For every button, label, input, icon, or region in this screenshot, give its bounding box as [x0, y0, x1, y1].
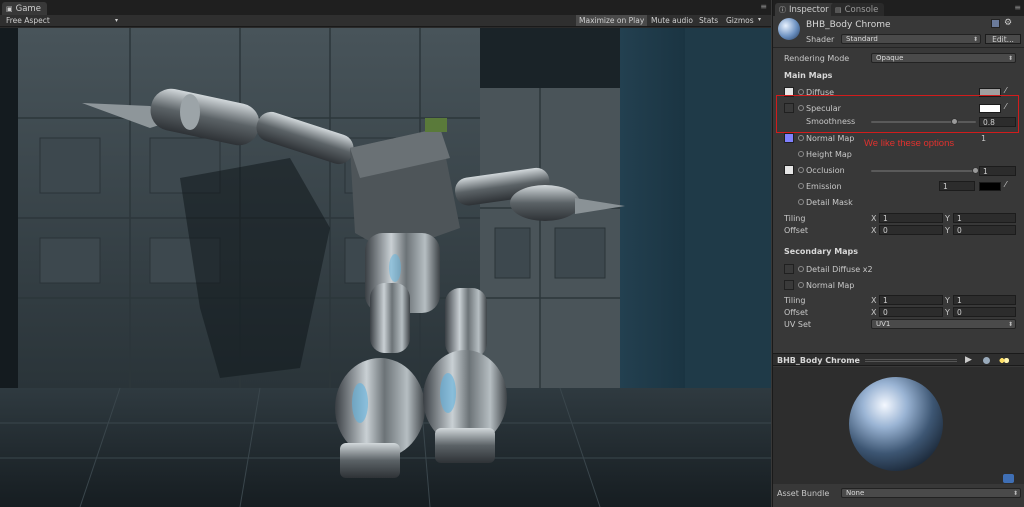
game-viewport[interactable] — [0, 28, 771, 507]
tiling-x-label: X — [871, 214, 877, 223]
light-icon[interactable] — [999, 357, 1009, 364]
emission-color-swatch[interactable] — [979, 182, 1001, 191]
occlusion-field[interactable]: 1 — [979, 166, 1016, 176]
emission-label: Emission — [806, 182, 842, 191]
gear-icon[interactable]: ⚙ — [1004, 18, 1012, 28]
tiling2-label: Tiling — [784, 296, 806, 305]
aspect-dropdown[interactable]: Free Aspect ▾ — [2, 15, 122, 26]
asset-bundle-dropdown[interactable]: None — [841, 488, 1021, 498]
detail-mask-label: Detail Mask — [806, 198, 853, 207]
tiling-label: Tiling — [784, 214, 806, 223]
main-maps-header: Main Maps — [784, 71, 833, 80]
inspector-tab-bar: ⓘ Inspector ▤ Console ≡ — [773, 0, 1024, 16]
panel-menu-icon[interactable]: ≡ — [760, 2, 767, 11]
asset-bundle-label: Asset Bundle — [777, 489, 830, 498]
occlusion-picker-icon[interactable] — [798, 167, 804, 173]
separator — [773, 47, 1024, 48]
detail-normal-map-label: Normal Map — [806, 281, 855, 290]
occlusion-label: Occlusion — [806, 166, 845, 175]
offset2-label: Offset — [784, 308, 809, 317]
sphere-preview-icon[interactable] — [983, 357, 990, 364]
tiling2-y-field[interactable]: 1 — [953, 295, 1016, 305]
rendering-mode-label: Rendering Mode — [784, 54, 850, 63]
preview-drag-handle[interactable] — [865, 358, 957, 362]
rendering-mode-dropdown[interactable]: Opaque — [871, 53, 1016, 63]
tab-console[interactable]: ▤ Console — [831, 3, 885, 16]
console-icon: ▤ — [835, 5, 842, 14]
mute-audio-button[interactable]: Mute audio — [648, 15, 696, 26]
normal-map-scale[interactable]: 1 — [981, 134, 986, 143]
eyedropper-icon[interactable]: ⁄ — [1005, 86, 1006, 95]
emission-picker-icon[interactable] — [798, 183, 804, 189]
offset-label: Offset — [784, 226, 809, 235]
eyedropper-icon[interactable]: ⁄ — [1005, 180, 1006, 189]
tiling2-x-field[interactable]: 1 — [879, 295, 943, 305]
occlusion-slider-track[interactable] — [871, 170, 976, 172]
tiling-y-label: Y — [945, 214, 950, 223]
inspector-panel: ⓘ Inspector ▤ Console ≡ BHB_Body Chrome … — [772, 0, 1024, 507]
detail-mask-picker-icon[interactable] — [798, 199, 804, 205]
game-icon: ▣ — [6, 4, 13, 13]
uv-set-label: UV Set — [784, 320, 812, 329]
normal-map-texture-slot[interactable] — [784, 133, 794, 143]
tiling2-y-label: Y — [945, 296, 950, 305]
offset-y-field[interactable]: 0 — [953, 225, 1016, 235]
annotation-highlight-box — [776, 95, 1019, 133]
tiling-y-field[interactable]: 1 — [953, 213, 1016, 223]
preview-sphere — [849, 377, 943, 471]
detail-diffuse-label: Detail Diffuse x2 — [806, 265, 873, 274]
occlusion-slider-handle[interactable] — [972, 167, 979, 174]
shader-label: Shader — [806, 35, 835, 44]
preview-title: BHB_Body Chrome — [777, 356, 860, 365]
game-tab-bar: ▣ Game ≡ — [0, 0, 771, 15]
info-icon: ⓘ — [779, 5, 786, 14]
tab-inspector[interactable]: ⓘ Inspector — [775, 3, 835, 16]
offset2-y-label: Y — [945, 308, 950, 317]
material-preview[interactable] — [773, 367, 1024, 484]
detail-diffuse-texture-slot[interactable] — [784, 264, 794, 274]
gizmos-dropdown-icon[interactable]: ▾ — [758, 16, 761, 23]
occlusion-texture-slot[interactable] — [784, 165, 794, 175]
normal-map-picker-icon[interactable] — [798, 135, 804, 141]
emission-intensity-field[interactable]: 1 — [939, 181, 975, 191]
detail-normal-picker-icon[interactable] — [798, 282, 804, 288]
material-sphere-icon — [778, 18, 800, 40]
maximize-on-play-button[interactable]: Maximize on Play — [576, 15, 648, 26]
secondary-maps-header: Secondary Maps — [784, 247, 859, 256]
edit-shader-button[interactable]: Edit... — [985, 34, 1021, 44]
height-map-label: Height Map — [806, 150, 852, 159]
detail-normal-texture-slot[interactable] — [784, 280, 794, 290]
gizmos-button[interactable]: Gizmos — [723, 15, 757, 26]
game-panel: ▣ Game ≡ Free Aspect ▾ Maximize on Play … — [0, 0, 771, 507]
offset2-x-label: X — [871, 308, 877, 317]
offset2-y-field[interactable]: 0 — [953, 307, 1016, 317]
offset-y-label: Y — [945, 226, 950, 235]
game-toolbar: Free Aspect ▾ Maximize on Play Mute audi… — [0, 15, 771, 27]
offset2-x-field[interactable]: 0 — [879, 307, 943, 317]
asset-bundle-row: Asset Bundle None — [773, 487, 1024, 501]
material-name: BHB_Body Chrome — [806, 20, 891, 30]
detail-diffuse-picker-icon[interactable] — [798, 266, 804, 272]
tiling-x-field[interactable]: 1 — [879, 213, 943, 223]
stats-button[interactable]: Stats — [696, 15, 721, 26]
settings-icon[interactable] — [991, 19, 1000, 28]
normal-map-label: Normal Map — [806, 134, 855, 143]
asset-label-icon[interactable] — [1003, 474, 1014, 483]
shader-dropdown[interactable]: Standard — [841, 34, 981, 44]
panel-menu-icon[interactable]: ≡ — [1014, 3, 1021, 12]
tiling2-x-label: X — [871, 296, 877, 305]
preview-header: BHB_Body Chrome ▶ — [773, 353, 1024, 366]
tab-game[interactable]: ▣ Game — [2, 2, 47, 15]
height-map-picker-icon[interactable] — [798, 151, 804, 157]
annotation-text: We like these options — [864, 138, 955, 149]
play-icon[interactable]: ▶ — [965, 355, 972, 365]
offset-x-label: X — [871, 226, 877, 235]
offset-x-field[interactable]: 0 — [879, 225, 943, 235]
uv-set-dropdown[interactable]: UV1 — [871, 319, 1016, 329]
dropdown-arrow-icon: ▾ — [114, 17, 118, 24]
